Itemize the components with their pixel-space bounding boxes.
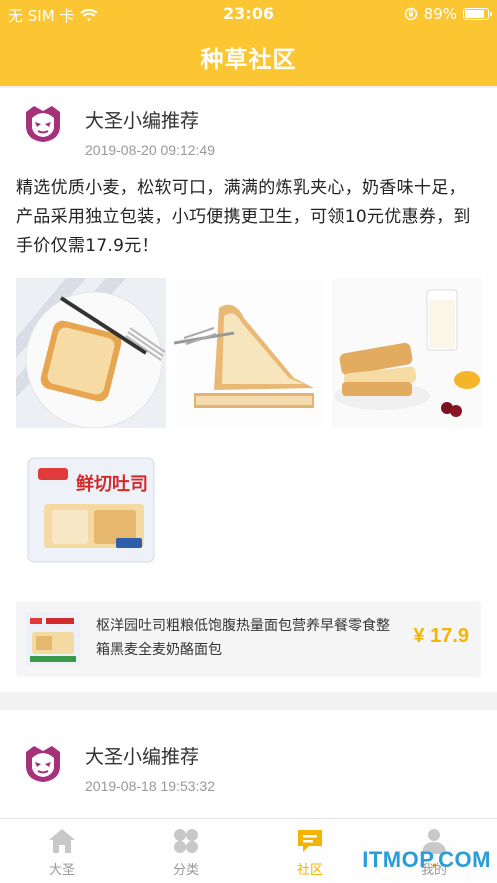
battery-percent: 89% bbox=[423, 5, 457, 23]
watermark: ITMOP.COM bbox=[362, 847, 491, 873]
post-card[interactable]: 大圣小编推荐 2019-08-20 09:12:49 精选优质小麦，松软可口，满… bbox=[0, 88, 497, 692]
product-name: 枢洋园吐司粗粮低饱腹热量面包营养早餐零食整箱黑麦全麦奶酪面包 bbox=[96, 618, 390, 658]
tab-label: 大圣 bbox=[48, 863, 75, 878]
app-screen: 无 SIM 卡 23:06 89% 种草社区 大圣小编推荐 2019-08-20… bbox=[0, 0, 497, 883]
home-icon bbox=[49, 829, 75, 853]
category-icon bbox=[174, 829, 198, 853]
post-photo[interactable] bbox=[332, 278, 482, 428]
tab-community[interactable]: 社区 bbox=[248, 819, 372, 883]
tab-label: 分类 bbox=[172, 863, 199, 878]
author-name: 大圣小编推荐 bbox=[85, 110, 200, 132]
product-thumbnail bbox=[26, 612, 80, 666]
author-name: 大圣小编推荐 bbox=[85, 746, 200, 768]
product-card[interactable]: 枢洋园吐司粗粮低饱腹热量面包营养早餐零食整箱黑麦全麦奶酪面包 ¥ 17.9 bbox=[16, 601, 481, 677]
product-price: ¥ 17.9 bbox=[413, 625, 469, 647]
status-bar: 无 SIM 卡 23:06 89% bbox=[0, 0, 497, 28]
post-text: 精选优质小麦，松软可口，满满的炼乳夹心，奶香味十足，产品采用独立包装，小巧便携更… bbox=[16, 178, 471, 256]
battery-fill bbox=[465, 10, 484, 18]
post-date: 2019-08-20 09:12:49 bbox=[85, 142, 215, 158]
post-photo[interactable] bbox=[16, 278, 166, 428]
header: 无 SIM 卡 23:06 89% 种草社区 bbox=[0, 0, 497, 86]
orientation-lock-icon bbox=[404, 7, 417, 21]
avatar bbox=[26, 746, 60, 782]
tab-category[interactable]: 分类 bbox=[124, 819, 248, 883]
tab-home[interactable]: 大圣 bbox=[0, 819, 124, 883]
post-photo[interactable]: 鲜切吐司 bbox=[16, 438, 166, 588]
post-date: 2019-08-18 19:53:32 bbox=[85, 778, 215, 794]
page-title: 种草社区 bbox=[200, 47, 297, 73]
tab-label: 社区 bbox=[296, 863, 323, 878]
watermark-suffix: COM bbox=[438, 847, 491, 872]
avatar bbox=[26, 106, 60, 142]
status-right: 89% bbox=[404, 5, 492, 23]
battery-icon bbox=[463, 8, 492, 20]
community-icon bbox=[298, 830, 322, 852]
post-photo[interactable] bbox=[174, 278, 324, 428]
package-label: 鲜切吐司 bbox=[76, 473, 148, 495]
watermark-prefix: ITMOP bbox=[362, 847, 432, 872]
post-card[interactable]: 大圣小编推荐 2019-08-18 19:53:32 bbox=[0, 710, 497, 820]
